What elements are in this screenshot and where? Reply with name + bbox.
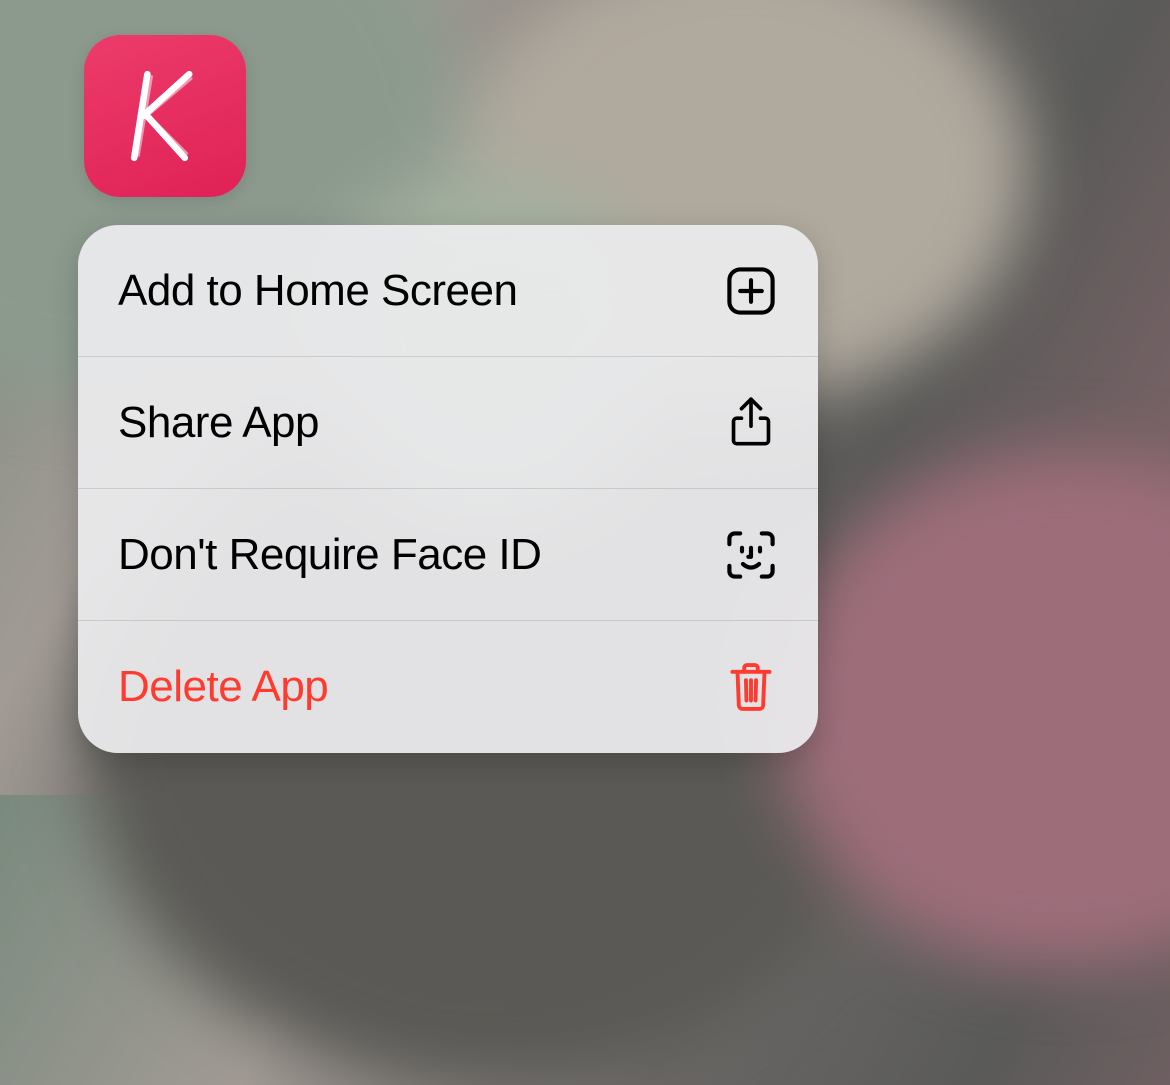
menu-item-dont-require-faceid[interactable]: Don't Require Face ID [78, 489, 818, 621]
menu-item-delete-app[interactable]: Delete App [78, 621, 818, 753]
faceid-icon [724, 528, 778, 582]
menu-item-label: Share App [118, 398, 319, 448]
menu-item-label: Delete App [118, 662, 328, 712]
menu-item-share-app[interactable]: Share App [78, 357, 818, 489]
menu-item-label: Don't Require Face ID [118, 530, 541, 580]
trash-icon [724, 660, 778, 714]
context-menu: Add to Home Screen Share App Don't R [78, 225, 818, 753]
app-icon[interactable] [84, 35, 246, 197]
app-icon-letter [110, 61, 220, 171]
menu-item-add-to-home-screen[interactable]: Add to Home Screen [78, 225, 818, 357]
menu-item-label: Add to Home Screen [118, 266, 517, 316]
share-icon [724, 396, 778, 450]
plus-square-icon [724, 264, 778, 318]
